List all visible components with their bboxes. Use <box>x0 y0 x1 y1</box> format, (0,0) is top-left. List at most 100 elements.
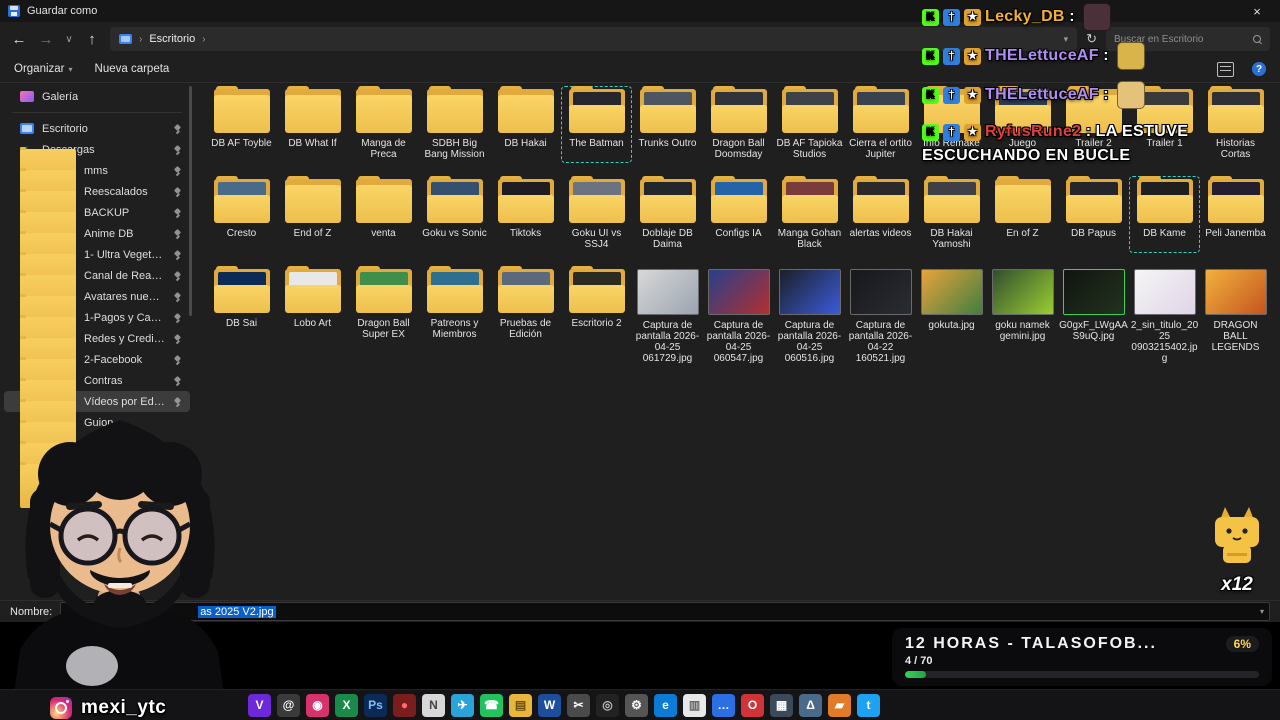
pin-icon[interactable] <box>173 229 182 239</box>
folder-icon <box>852 86 909 133</box>
folder-icon <box>1136 176 1193 223</box>
file-thumbnail <box>1062 269 1125 315</box>
grid-folder-db-af-toyble[interactable]: DB AF Toyble <box>206 86 277 163</box>
grid-folder-configs-ia[interactable]: Configs IA <box>703 176 774 253</box>
grid-folder-en-of-z[interactable]: En of Z <box>987 176 1058 253</box>
pin-icon[interactable] <box>173 271 182 281</box>
grid-folder-peli-janemba[interactable]: Peli Janemba <box>1200 176 1271 253</box>
grid-folder-db-kame[interactable]: DB Kame <box>1129 176 1200 253</box>
grid-file-captura-de-pantalla-2026-04-25-060516-jpg[interactable]: Captura de pantalla 2026-04-25 060516.jp… <box>774 266 845 367</box>
grid-folder-end-of-z[interactable]: End of Z <box>277 176 348 253</box>
grid-folder-goku-ui-vs-ssj4[interactable]: Goku UI vs SSJ4 <box>561 176 632 253</box>
pin-icon[interactable] <box>173 145 182 155</box>
pin-icon[interactable] <box>173 124 182 134</box>
taskbar-icon-remote-desktop[interactable]: ▦ <box>770 693 793 717</box>
sidebar-divider <box>12 112 182 113</box>
taskbar-icon-vivaldi[interactable]: V <box>248 693 271 717</box>
grid-folder-dragon-ball-super-ex[interactable]: Dragon Ball Super EX <box>348 266 419 367</box>
grid-folder-db-hakai[interactable]: DB Hakai <box>490 86 561 163</box>
item-label: Dragon Ball Doomsday <box>712 138 765 160</box>
taskbar-icon-excel[interactable]: X <box>335 693 358 717</box>
grid-folder-pruebas-de-edici-n[interactable]: Pruebas de Edición <box>490 266 561 367</box>
taskbar-icon-edge[interactable]: e <box>654 693 677 717</box>
filename-dropdown-icon[interactable]: ▾ <box>1260 607 1264 616</box>
grid-file-gokuta-jpg[interactable]: gokuta.jpg <box>916 266 987 367</box>
taskbar-icon-library[interactable]: ▥ <box>683 693 706 717</box>
folder-icon <box>639 176 696 223</box>
grid-folder-manga-de-preca[interactable]: Manga de Preca <box>348 86 419 163</box>
taskbar-icon-instagram[interactable]: ◉ <box>306 693 329 717</box>
grid-file-captura-de-pantalla-2026-04-25-060547-jpg[interactable]: Captura de pantalla 2026-04-25 060547.jp… <box>703 266 774 367</box>
grid-folder-db-what-if[interactable]: DB What If <box>277 86 348 163</box>
grid-folder-alertas-videos[interactable]: alertas videos <box>845 176 916 253</box>
taskbar-icon-settings[interactable]: ⚙ <box>625 693 648 717</box>
back-button[interactable]: ← <box>10 31 28 48</box>
taskbar-icon-camera[interactable]: ◎ <box>596 693 619 717</box>
grid-folder-manga-gohan-black[interactable]: Manga Gohan Black <box>774 176 845 253</box>
taskbar-icon-word[interactable]: W <box>538 693 561 717</box>
taskbar-icon-whatsapp[interactable]: ☎ <box>480 693 503 717</box>
folder-icon <box>781 86 838 133</box>
taskbar-icon-snip[interactable]: ✂ <box>567 693 590 717</box>
grid-folder-db-hakai-yamoshi[interactable]: DB Hakai Yamoshi <box>916 176 987 253</box>
organize-button[interactable]: Organizar ▾ <box>14 63 73 75</box>
folder-icon <box>568 86 625 133</box>
grid-file-captura-de-pantalla-2026-04-22-160521-jpg[interactable]: Captura de pantalla 2026-04-22 160521.jp… <box>845 266 916 367</box>
grid-folder-lobo-art[interactable]: Lobo Art <box>277 266 348 367</box>
grid-file-goku-namek-gemini-jpg[interactable]: goku namek gemini.jpg <box>987 266 1058 367</box>
grid-file-2-sin-titulo-2025-0903215402-jpg[interactable]: 2_sin_titulo_2025 0903215402.jpg <box>1129 266 1200 367</box>
grid-folder-db-af-tapioka-studios[interactable]: DB AF Tapioka Studios <box>774 86 845 163</box>
grid-folder-sdbh-big-bang-mission[interactable]: SDBH Big Bang Mission <box>419 86 490 163</box>
pin-icon[interactable] <box>173 250 182 260</box>
grid-folder-cresto[interactable]: Cresto <box>206 176 277 253</box>
pin-icon[interactable] <box>173 355 182 365</box>
emote-icon <box>1083 3 1111 31</box>
taskbar-icon-telegram[interactable]: ✈ <box>451 693 474 717</box>
breadcrumb[interactable]: Escritorio <box>149 33 195 45</box>
taskbar-icon-messenger[interactable]: … <box>712 693 735 717</box>
pin-icon[interactable] <box>173 166 182 176</box>
grid-folder-db-papus[interactable]: DB Papus <box>1058 176 1129 253</box>
taskbar-icon-notepad[interactable]: N <box>422 693 445 717</box>
grid-file-captura-de-pantalla-2026-04-25-061729-jpg[interactable]: Captura de pantalla 2026-04-25 061729.jp… <box>632 266 703 367</box>
grid-folder-tiktoks[interactable]: Tiktoks <box>490 176 561 253</box>
up-button[interactable]: ↑ <box>83 31 101 48</box>
grid-folder-venta[interactable]: venta <box>348 176 419 253</box>
pin-icon[interactable] <box>173 376 182 386</box>
recent-locations-chevron-icon[interactable]: ∨ <box>64 34 74 45</box>
pin-icon[interactable] <box>173 334 182 344</box>
grid-file-dragon-ball-legends[interactable]: DRAGON BALL LEGENDS <box>1200 266 1271 367</box>
pin-icon[interactable] <box>173 187 182 197</box>
grid-folder-trunks-outro[interactable]: Trunks Outro <box>632 86 703 163</box>
grid-folder-the-batman[interactable]: The Batman <box>561 86 632 163</box>
new-folder-button[interactable]: Nueva carpeta <box>95 63 170 75</box>
pin-icon[interactable] <box>173 208 182 218</box>
pin-icon[interactable] <box>173 313 182 323</box>
gallery-icon <box>20 91 34 102</box>
taskbar-icon-photoshop[interactable]: Ps <box>364 693 387 717</box>
sidebar-item-escritorio[interactable]: Escritorio <box>4 118 190 139</box>
taskbar-icon-recorder[interactable]: ● <box>393 693 416 717</box>
forward-button[interactable]: → <box>37 31 55 48</box>
grid-folder-dragon-ball-doomsday[interactable]: Dragon Ball Doomsday <box>703 86 774 163</box>
grid-folder-cierra-el-ortito-jupiter[interactable]: Cierra el ortito Jupiter <box>845 86 916 163</box>
taskbar-icon-files-orange[interactable]: ▰ <box>828 693 851 717</box>
pin-icon[interactable] <box>173 292 182 302</box>
taskbar-icon-mail[interactable]: @ <box>277 693 300 717</box>
folder-icon <box>497 86 554 133</box>
grid-folder-db-sai[interactable]: DB Sai <box>206 266 277 367</box>
filename-input[interactable]: as 2025 V2.jpg ▾ <box>60 602 1270 621</box>
grid-folder-goku-vs-sonic[interactable]: Goku vs Sonic <box>419 176 490 253</box>
taskbar-icon-balance[interactable]: Δ <box>799 693 822 717</box>
grid-folder-escritorio-2[interactable]: Escritorio 2 <box>561 266 632 367</box>
taskbar-icon-opera-gx[interactable]: O <box>741 693 764 717</box>
grid-folder-doblaje-db-daima[interactable]: Doblaje DB Daima <box>632 176 703 253</box>
grid-folder-patreons-y-miembros[interactable]: Patreons y Miembros <box>419 266 490 367</box>
sidebar-item-galer-a[interactable]: Galería <box>4 86 190 107</box>
item-label: DB AF Tapioka Studios <box>776 138 843 160</box>
watermark-handle: mexi_ytc <box>81 697 167 718</box>
grid-file-g0gxf-lwgaas9uq-jpg[interactable]: G0gxF_LWgAAS9uQ.jpg <box>1058 266 1129 367</box>
taskbar-icon-file-explorer[interactable]: ▤ <box>509 693 532 717</box>
sidebar-scrollbar[interactable] <box>189 86 192 316</box>
taskbar-icon-twitter[interactable]: t <box>857 693 880 717</box>
